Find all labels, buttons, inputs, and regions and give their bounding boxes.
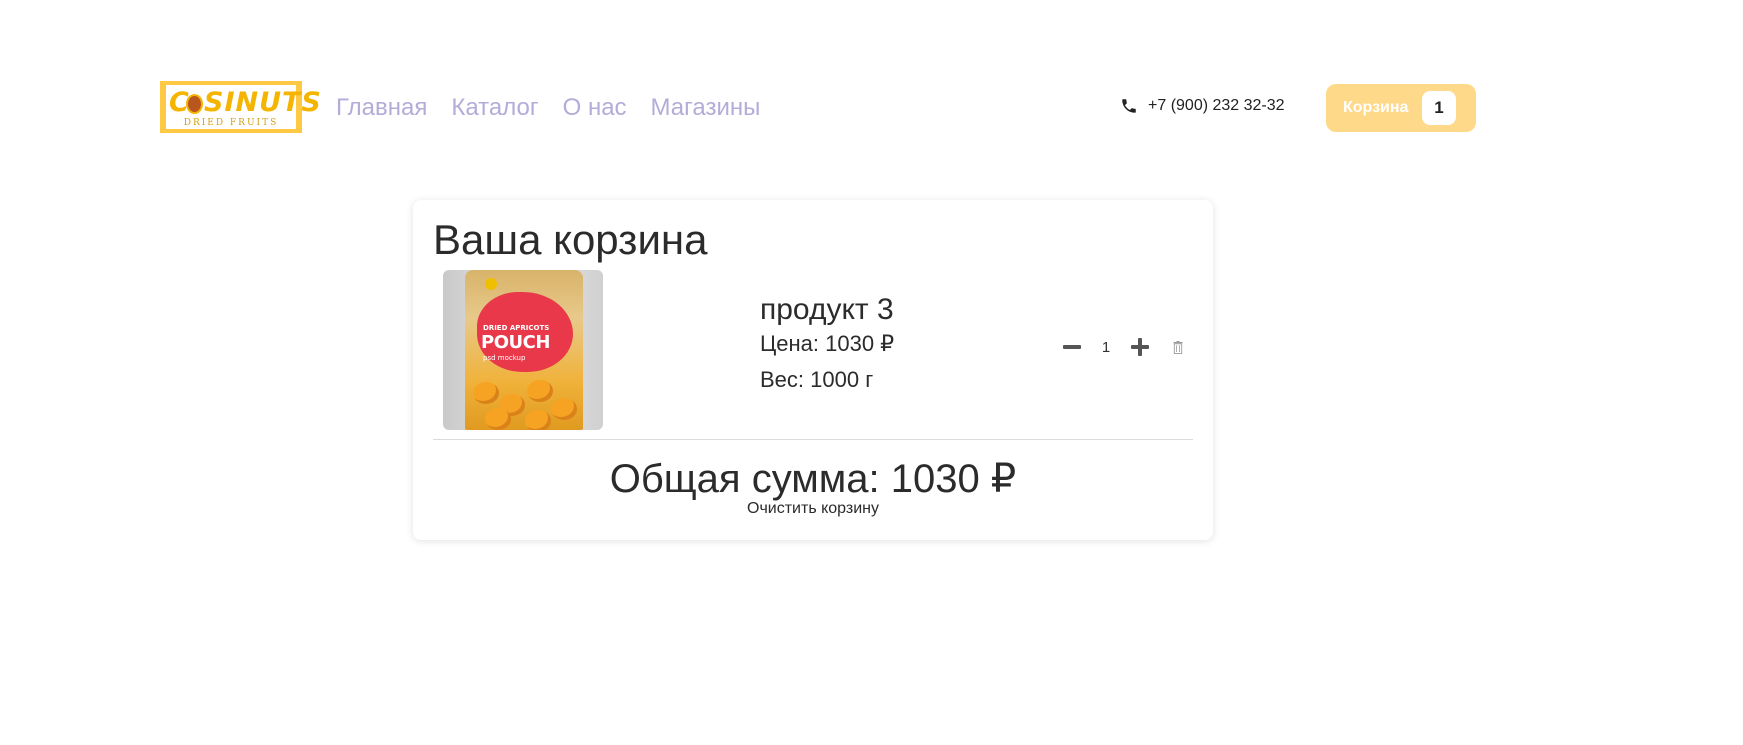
apricot-shape <box>473 382 499 404</box>
cart-title: Ваша корзина <box>433 216 708 263</box>
quantity-value: 1 <box>1101 338 1111 356</box>
cart-count-badge: 1 <box>1422 91 1456 125</box>
phone-icon <box>1122 99 1136 113</box>
nav-link-about[interactable]: О нас <box>563 92 627 124</box>
cart-total: Общая сумма: 1030 ₽ <box>609 457 1017 501</box>
product-weight: Вес: 1000 г <box>760 367 874 392</box>
trash-icon[interactable] <box>1173 340 1183 354</box>
decrease-quantity-button[interactable] <box>1063 338 1081 356</box>
cart-button[interactable]: Корзина 1 <box>1326 84 1476 132</box>
apricot-shape <box>485 408 511 430</box>
phone-number: +7 (900) 232 32-32 <box>1148 97 1285 114</box>
contact-phone[interactable]: +7 (900) 232 32-32 <box>1120 97 1285 115</box>
clear-cart-button[interactable]: Очистить корзину <box>413 500 1213 518</box>
pouch-illustration: DRIED APRICOTS POUCH psd mockup <box>465 270 583 430</box>
cart-button-label: Корзина <box>1343 99 1409 116</box>
apricot-shape <box>525 410 551 430</box>
pouch-badge-icon <box>485 278 497 290</box>
nav-link-stores[interactable]: Магазины <box>651 92 761 124</box>
cart-divider <box>433 439 1193 440</box>
pouch-label-sub: psd mockup <box>483 354 526 362</box>
logo-wordmark: SINUTS <box>204 87 322 118</box>
nav-link-catalog[interactable]: Каталог <box>451 92 538 124</box>
minus-icon <box>1063 345 1081 349</box>
cart-panel: Ваша корзина DRIED APRICOTS POUCH psd mo… <box>413 200 1213 540</box>
product-name: продукт 3 <box>760 293 894 326</box>
apricot-shape <box>551 398 577 420</box>
increase-quantity-button[interactable] <box>1131 338 1149 356</box>
pouch-label-main: POUCH <box>481 332 550 353</box>
apricot-shape <box>527 380 553 402</box>
nav-link-home[interactable]: Главная <box>336 92 427 124</box>
product-image: DRIED APRICOTS POUCH psd mockup <box>443 270 603 430</box>
almond-icon <box>186 94 203 114</box>
main-nav: Главная Каталог О нас Магазины <box>336 92 760 124</box>
site-logo[interactable]: C SINUTS DRIED FRUITS <box>160 81 321 133</box>
product-info: продукт 3 Цена: 1030 ₽ Вес: 1000 г <box>760 292 894 396</box>
pouch-label-top: DRIED APRICOTS <box>483 324 550 332</box>
site-header: C SINUTS DRIED FRUITS Главная Каталог О … <box>0 0 1743 220</box>
product-price: Цена: 1030 ₽ <box>760 331 895 356</box>
quantity-stepper: 1 <box>1063 338 1183 356</box>
logo-subtitle: DRIED FRUITS <box>183 118 279 128</box>
